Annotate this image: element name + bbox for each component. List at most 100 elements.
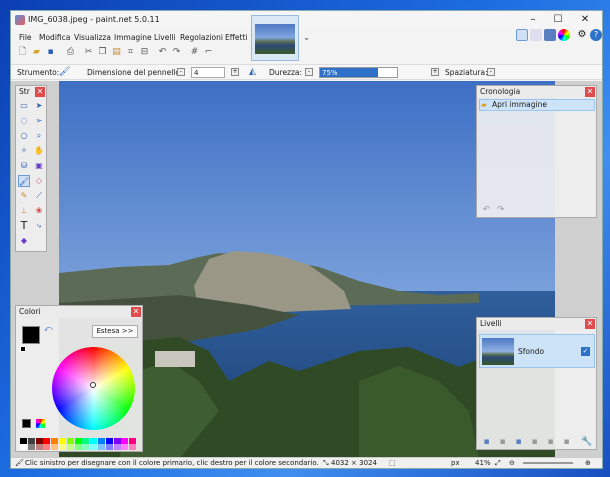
- color-wheel[interactable]: [52, 347, 135, 430]
- line-curve-icon[interactable]: ⤷: [33, 220, 45, 232]
- zoom-slider[interactable]: [523, 462, 573, 464]
- gear-icon[interactable]: ⚙: [576, 29, 588, 41]
- tools-close-icon[interactable]: ✕: [35, 87, 45, 97]
- antialias-icon[interactable]: ◭: [247, 67, 258, 78]
- eraser-icon[interactable]: ◇: [33, 175, 45, 187]
- close-window-icon[interactable]: ✕: [573, 13, 597, 27]
- menu-file[interactable]: File: [19, 33, 32, 42]
- colors-close-icon[interactable]: ✕: [131, 307, 141, 317]
- clone-stamp-icon[interactable]: ⊥: [18, 205, 30, 217]
- lasso-icon[interactable]: ◌: [18, 115, 30, 127]
- palette-menu-icon[interactable]: [36, 419, 45, 428]
- palette-swatch[interactable]: [105, 444, 113, 450]
- palette-swatch[interactable]: [129, 444, 137, 450]
- deselect-icon[interactable]: ⊟: [139, 47, 150, 58]
- palette-swatch[interactable]: [98, 444, 105, 450]
- print-icon[interactable]: ⎙: [65, 47, 76, 58]
- crop-icon[interactable]: ⌗: [125, 47, 136, 58]
- delete-layer-icon[interactable]: ▪: [497, 437, 508, 448]
- brush-size-input[interactable]: 4: [191, 67, 225, 78]
- pan-icon[interactable]: ✋: [33, 145, 45, 157]
- layer-properties-icon[interactable]: 🔧: [581, 437, 592, 448]
- copy-icon[interactable]: ❐: [97, 47, 108, 58]
- palette-swatch[interactable]: [27, 444, 35, 450]
- color-picker-icon[interactable]: ⟋: [33, 190, 45, 202]
- layer-item[interactable]: Sfondo ✓: [479, 334, 595, 368]
- reset-colors-icon[interactable]: [20, 346, 26, 352]
- minimize-icon[interactable]: –: [521, 13, 545, 27]
- grid-icon[interactable]: #: [189, 47, 200, 58]
- history-item[interactable]: ▰ Apri immagine: [479, 99, 595, 111]
- tools-toggle-icon[interactable]: [516, 29, 528, 41]
- color-wheel-cursor[interactable]: [90, 382, 96, 388]
- palette-swatch[interactable]: [51, 444, 59, 450]
- menu-regolazioni[interactable]: Regolazioni: [180, 33, 223, 42]
- history-undo-icon[interactable]: ↶: [481, 205, 492, 216]
- open-folder-icon[interactable]: ▰: [31, 47, 42, 58]
- palette-swatch[interactable]: [82, 444, 90, 450]
- palette-swatch[interactable]: [121, 444, 129, 450]
- save-icon[interactable]: ▪: [45, 47, 56, 58]
- maximize-icon[interactable]: ☐: [546, 13, 570, 27]
- redo-icon[interactable]: ↷: [171, 47, 182, 58]
- palette-swatch[interactable]: [43, 444, 51, 450]
- hardness-increase-icon[interactable]: +: [431, 68, 439, 76]
- layers-close-icon[interactable]: ✕: [585, 319, 595, 329]
- history-redo-icon[interactable]: ↷: [495, 205, 506, 216]
- ruler-icon[interactable]: ⌐: [203, 47, 214, 58]
- palette-primary-mini-icon[interactable]: [22, 419, 31, 428]
- menu-visualizza[interactable]: Visualizza: [74, 33, 111, 42]
- ellipse-select-icon[interactable]: ○: [18, 130, 30, 142]
- menu-immagine[interactable]: Immagine: [114, 33, 152, 42]
- palette-swatch[interactable]: [66, 444, 74, 450]
- merge-layer-icon[interactable]: ▪: [529, 437, 540, 448]
- zoom-to-window-icon[interactable]: ⤢: [495, 459, 501, 468]
- move-selection-icon[interactable]: ➤: [33, 100, 45, 112]
- paste-icon[interactable]: ▤: [111, 47, 122, 58]
- swap-colors-icon[interactable]: ⤺: [44, 324, 53, 334]
- palette-swatch[interactable]: [35, 444, 43, 450]
- paintbrush-tool-icon[interactable]: 🖌: [18, 175, 30, 187]
- move-layer-down-icon[interactable]: ▪: [561, 437, 572, 448]
- duplicate-layer-icon[interactable]: ▪: [513, 437, 524, 448]
- palette-swatch[interactable]: [113, 444, 121, 450]
- shapes-icon[interactable]: ◆: [18, 235, 30, 247]
- cut-icon[interactable]: ✂: [83, 47, 94, 58]
- palette-swatch[interactable]: [90, 444, 98, 450]
- gradient-icon[interactable]: ▣: [33, 160, 45, 172]
- palette-swatch[interactable]: [74, 444, 82, 450]
- primary-color-swatch[interactable]: [22, 326, 40, 344]
- move-selected-icon[interactable]: ➢: [33, 115, 45, 127]
- add-layer-icon[interactable]: ▪: [481, 437, 492, 448]
- magic-wand-icon[interactable]: ✧: [18, 145, 30, 157]
- text-tool-icon[interactable]: T: [18, 220, 30, 232]
- palette-swatch[interactable]: [20, 444, 27, 450]
- menu-effetti[interactable]: Effetti: [225, 33, 248, 42]
- menu-livelli[interactable]: Livelli: [154, 33, 176, 42]
- image-tab-thumbnail[interactable]: [251, 15, 299, 61]
- zoom-out-icon[interactable]: ⊖: [509, 459, 515, 467]
- recolor-icon[interactable]: ❀: [33, 205, 45, 217]
- unit-select[interactable]: px: [451, 459, 460, 467]
- expand-colors-button[interactable]: Estesa >>: [92, 325, 138, 338]
- paintbrush-icon[interactable]: 🖌: [59, 67, 70, 78]
- history-close-icon[interactable]: ✕: [585, 87, 595, 97]
- hardness-decrease-icon[interactable]: -: [305, 68, 313, 76]
- color-palette[interactable]: [20, 438, 137, 450]
- chevron-down-icon[interactable]: ⌄: [301, 33, 312, 44]
- pencil-icon[interactable]: ✎: [18, 190, 30, 202]
- hardness-slider[interactable]: 75%: [319, 67, 398, 78]
- spacing-decrease-icon[interactable]: -: [487, 68, 495, 76]
- move-layer-up-icon[interactable]: ▪: [545, 437, 556, 448]
- brush-size-increase-icon[interactable]: +: [231, 68, 239, 76]
- zoom-in-icon[interactable]: ⊕: [585, 459, 591, 467]
- help-icon[interactable]: ?: [590, 29, 602, 41]
- paint-bucket-icon[interactable]: ⛁: [18, 160, 30, 172]
- palette-swatch[interactable]: [59, 444, 66, 450]
- brush-size-decrease-icon[interactable]: -: [177, 68, 185, 76]
- undo-icon[interactable]: ↶: [157, 47, 168, 58]
- new-file-icon[interactable]: 🗋: [17, 47, 28, 58]
- menu-modifica[interactable]: Modifica: [39, 33, 70, 42]
- history-toggle-icon[interactable]: [530, 29, 542, 41]
- layers-toggle-icon[interactable]: [544, 29, 556, 41]
